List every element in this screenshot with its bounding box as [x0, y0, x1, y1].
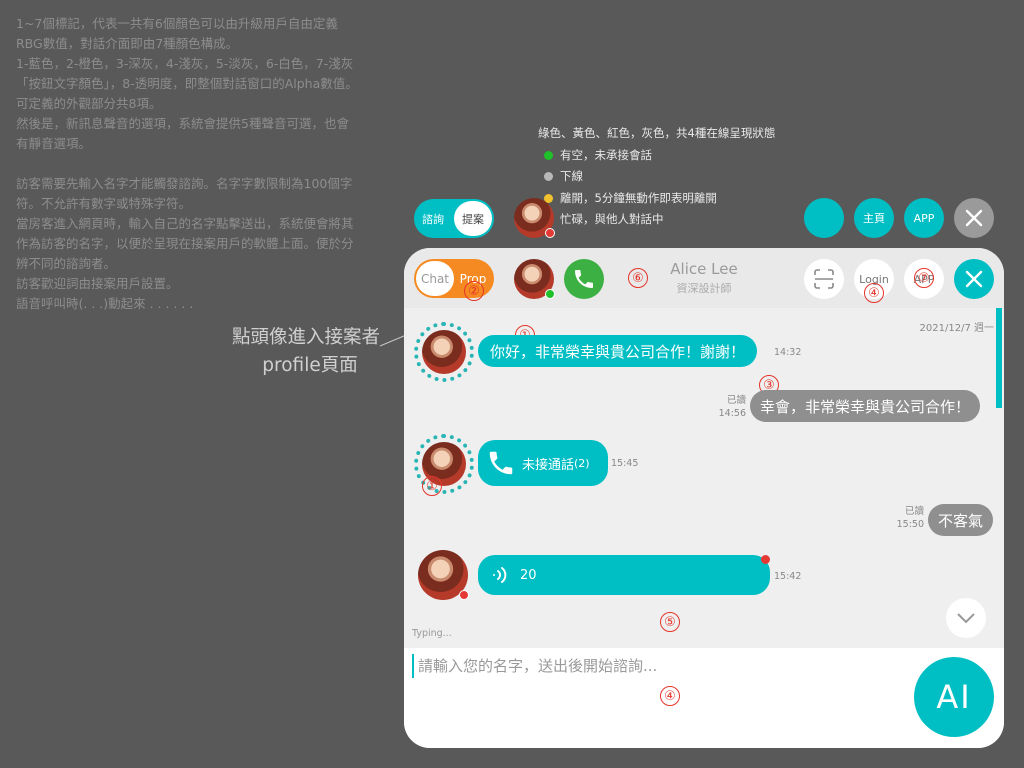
read-receipt: 已讀 15:50: [894, 505, 924, 531]
close-button-preview[interactable]: [954, 198, 994, 238]
note-line: 當房客進入網頁時，輸入自己的名字點擊送出，系統便會將其作為訪客的名字，以便於呈現…: [16, 216, 354, 271]
ai-button[interactable]: AI: [914, 657, 994, 737]
agent-name: Alice Lee: [670, 260, 738, 278]
agent-avatar-preview[interactable]: [514, 198, 555, 238]
legend-item: 有空，未承接會話: [538, 145, 775, 167]
toggle-proposal[interactable]: 提案: [454, 201, 492, 236]
legend-item: 離開，5分鐘無動作即表明離開: [538, 188, 775, 210]
legend-label: 離開，5分鐘無動作即表明離開: [560, 190, 717, 205]
marker-2: ②: [464, 281, 484, 301]
avatar-callout: 點頭像進入接案者 profile頁面: [180, 324, 380, 380]
marker-1b: ①: [422, 476, 442, 496]
legend-label: 下線: [560, 169, 583, 183]
close-icon: [965, 209, 983, 227]
app-button[interactable]: APP: [904, 198, 944, 238]
callout-line1: 點頭像進入接案者: [231, 327, 380, 348]
incoming-message: 你好，非常榮幸與貴公司合作！謝謝！: [478, 335, 758, 367]
scan-icon: [814, 269, 834, 289]
voice-duration: 20: [520, 567, 537, 583]
spec-notes: 1~7個標記，代表一共有6個顏色可以由升級用戶自由定義RBG數值，對話介面即由7…: [16, 14, 361, 314]
typing-indicator: Typing...: [412, 628, 452, 639]
callout-line2: profile頁面: [262, 355, 358, 376]
phone-icon: [575, 270, 593, 288]
read-label: 已讀: [726, 395, 746, 406]
agent-avatar-wreath[interactable]: [414, 322, 474, 382]
message-time: 15:42: [774, 571, 802, 582]
status-dot-icon: [544, 172, 553, 182]
marker-4: ④: [864, 283, 884, 303]
outgoing-message: 不客氣: [928, 504, 994, 536]
legend-title: 綠色、黃色、紅色，灰色，共4種在線呈現狀態: [538, 126, 776, 140]
note-line: 1-藍色，2-橙色，3-深灰，4-淺灰，5-淡灰，6-白色，7-淺灰「按鈕文字顏…: [16, 56, 358, 111]
busy-status-icon: [545, 228, 555, 238]
sound-wave-icon: [493, 567, 507, 583]
note-line: 訪客歡迎詞由接案用戶設置。: [16, 276, 179, 291]
chat-date: 2021/12/7 週一: [919, 323, 994, 334]
missed-call-label: 未接通話: [522, 457, 575, 473]
read-receipt: 已讀 14:56: [716, 394, 746, 420]
status-dot-icon: [544, 150, 553, 160]
call-button[interactable]: [564, 259, 604, 299]
legend-label: 忙碌，與他人對話中: [560, 212, 664, 226]
missed-call-message[interactable]: 未接通話 (2): [478, 440, 608, 486]
message-time: 15:50: [896, 519, 924, 530]
message-time: 14:32: [774, 347, 802, 358]
message-time: 15:45: [611, 458, 639, 469]
agent-info: Alice Lee 資深設計師: [644, 260, 764, 296]
consult-proposal-toggle[interactable]: 諮詢 提案: [414, 199, 494, 238]
agent-avatar[interactable]: [514, 259, 555, 299]
note-line: 1~7個標記，代表一共有6個顏色可以由升級用戶自由定義RBG數值，對話介面即由7…: [16, 16, 338, 51]
marker-6: ⑥: [628, 268, 648, 288]
scroll-down-button[interactable]: [946, 598, 986, 638]
online-status-icon: [545, 289, 555, 299]
home-button[interactable]: 主頁: [854, 198, 894, 238]
status-legend: 綠色、黃色、紅色，灰色，共4種在線呈現狀態 有空，未承接會話 下線 離開，5分鐘…: [538, 123, 775, 231]
close-button[interactable]: [954, 259, 994, 299]
toggle-consult[interactable]: 諮詢: [414, 211, 452, 227]
name-input[interactable]: [412, 654, 892, 678]
unplayed-dot-icon: [761, 555, 770, 564]
busy-status-icon: [459, 590, 469, 600]
outgoing-message: 幸會，非常榮幸與貴公司合作！: [750, 390, 981, 422]
scrollbar[interactable]: [996, 308, 1002, 408]
note-line: 訪客需要先輸入名字才能觸發諮詢。名字字數限制為100個字符。不允許有數字或特殊字…: [16, 176, 353, 211]
avatar: [422, 330, 466, 374]
marker-4b: ④: [660, 686, 680, 706]
legend-item: 忙碌，與他人對話中: [538, 209, 775, 231]
agent-avatar-small[interactable]: [418, 550, 469, 600]
chat-panel: Chat Prop Alice Lee 資深設計師 Login APP ② ⑥ …: [404, 248, 1004, 748]
marker-7: ⑦: [914, 268, 934, 288]
note-line: 語音呼叫時(. . .)動起來 . . . . . .: [16, 296, 194, 311]
read-label: 已讀: [904, 506, 924, 517]
voice-message[interactable]: 20: [478, 555, 770, 595]
missed-call-count: (2): [574, 456, 590, 470]
close-icon: [965, 270, 983, 288]
marker-5: ⑤: [660, 612, 680, 632]
scan-button[interactable]: [804, 259, 844, 299]
note-line: 然後是，新訊息聲音的選項，系統會提供5種聲音可選，也會有靜音選項。: [16, 116, 349, 151]
message-time: 14:56: [718, 408, 746, 419]
input-area: ④ AI: [404, 648, 1004, 748]
toggle-chat[interactable]: Chat: [416, 261, 454, 296]
legend-label: 有空，未承接會話: [560, 147, 652, 162]
phone-icon: [489, 451, 513, 475]
blank-color-button[interactable]: [804, 198, 844, 238]
agent-title: 資深設計師: [676, 282, 732, 295]
chevron-down-icon: [957, 613, 975, 624]
legend-item: 下線: [538, 166, 775, 188]
